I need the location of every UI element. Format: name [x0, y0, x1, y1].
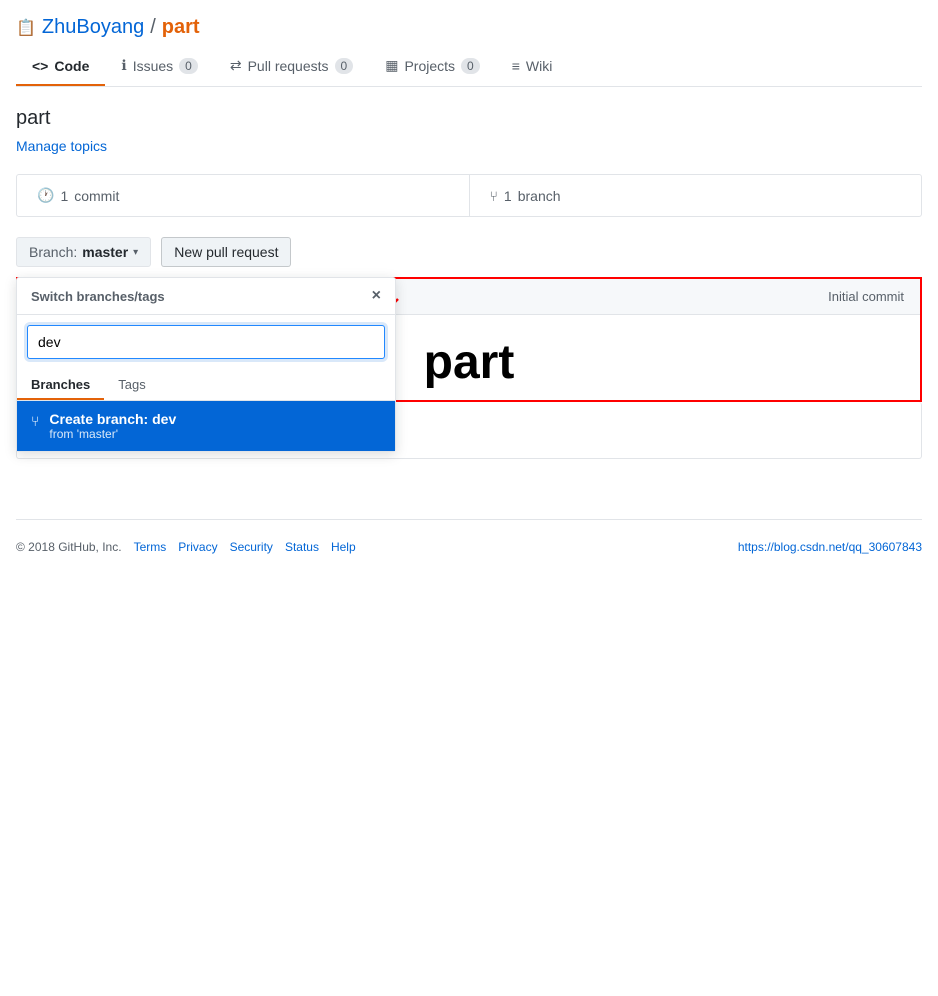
- branch-prefix: Branch:: [29, 244, 77, 260]
- branch-row: Branch: master ▾ New pull request Switch…: [16, 237, 922, 267]
- footer-terms[interactable]: Terms: [134, 540, 167, 554]
- manage-topics-link[interactable]: Manage topics: [16, 138, 107, 154]
- branch-selector-button[interactable]: Branch: master ▾: [16, 237, 151, 267]
- projects-icon: ▦: [385, 57, 398, 74]
- chevron-down-icon: ▾: [133, 247, 138, 258]
- tab-projects[interactable]: ▦ Projects 0: [369, 47, 496, 86]
- tab-wiki[interactable]: ≡ Wiki: [496, 47, 569, 86]
- tab-code[interactable]: <> Code: [16, 47, 105, 86]
- commits-label: commit: [74, 188, 119, 204]
- result-text: Create branch: dev from 'master': [49, 411, 176, 441]
- branch-search-input[interactable]: [27, 325, 385, 359]
- repo-header: 📋 ZhuBoyang / part: [16, 0, 922, 47]
- code-icon: <>: [32, 58, 48, 74]
- content-area: part Manage topics 🕐 1 commit ⑂ 1 branch…: [16, 87, 922, 479]
- repo-icon: 📋: [16, 18, 36, 38]
- footer-copyright: © 2018 GitHub, Inc.: [16, 540, 122, 554]
- repo-name-label: part: [16, 107, 922, 130]
- repo-name-link[interactable]: part: [162, 16, 200, 39]
- tab-code-label: Code: [54, 58, 89, 74]
- commits-icon: 🕐: [37, 187, 54, 204]
- create-branch-subtitle: from 'master': [49, 427, 176, 441]
- branch-label: branch: [518, 188, 561, 204]
- footer-privacy[interactable]: Privacy: [178, 540, 217, 554]
- footer-left: © 2018 GitHub, Inc. Terms Privacy Securi…: [16, 540, 356, 554]
- new-pull-request-button[interactable]: New pull request: [161, 237, 291, 267]
- tab-wiki-label: Wiki: [526, 58, 552, 74]
- dropdown-title: Switch branches/tags: [31, 289, 165, 304]
- branch-icon: ⑂: [490, 188, 498, 204]
- branch-dropdown: Switch branches/tags × Branches Tags ⑂ C…: [16, 277, 396, 452]
- issues-badge: 0: [179, 58, 198, 74]
- tags-tab[interactable]: Tags: [104, 371, 159, 400]
- tab-issues-label: Issues: [133, 58, 173, 74]
- commits-stat[interactable]: 🕐 1 commit: [17, 175, 469, 216]
- commit-message: Initial commit: [828, 289, 904, 304]
- branch-name: master: [82, 244, 128, 260]
- page-footer: © 2018 GitHub, Inc. Terms Privacy Securi…: [16, 519, 922, 564]
- tab-pullrequests[interactable]: ⇄ Pull requests 0: [214, 47, 369, 86]
- repo-description-section: part Manage topics: [16, 107, 922, 154]
- dropdown-header: Switch branches/tags ×: [17, 278, 395, 315]
- footer-status[interactable]: Status: [285, 540, 319, 554]
- branch-count: 1: [504, 188, 512, 204]
- tabs-bar: <> Code ℹ Issues 0 ⇄ Pull requests 0 ▦ P…: [16, 47, 922, 87]
- dropdown-tabs: Branches Tags: [17, 371, 395, 401]
- tab-pr-label: Pull requests: [248, 58, 329, 74]
- stats-bar: 🕐 1 commit ⑂ 1 branch: [16, 174, 922, 217]
- pr-icon: ⇄: [230, 57, 242, 74]
- commits-count: 1: [60, 188, 68, 204]
- branches-stat[interactable]: ⑂ 1 branch: [469, 175, 922, 216]
- tab-projects-label: Projects: [404, 58, 455, 74]
- tab-issues[interactable]: ℹ Issues 0: [105, 47, 213, 86]
- close-icon[interactable]: ×: [372, 288, 381, 304]
- repo-separator: /: [150, 16, 156, 39]
- pr-badge: 0: [335, 58, 354, 74]
- projects-badge: 0: [461, 58, 480, 74]
- branches-tab[interactable]: Branches: [17, 371, 104, 400]
- footer-help[interactable]: Help: [331, 540, 356, 554]
- create-branch-title: Create branch: dev: [49, 411, 176, 427]
- repo-owner-link[interactable]: ZhuBoyang: [42, 16, 144, 39]
- create-branch-option[interactable]: ⑂ Create branch: dev from 'master': [17, 401, 395, 451]
- issues-icon: ℹ: [121, 57, 126, 74]
- wiki-icon: ≡: [512, 58, 520, 74]
- branch-result-icon: ⑂: [31, 413, 39, 429]
- footer-csdn-link[interactable]: https://blog.csdn.net/qq_30607843: [738, 540, 922, 554]
- footer-security[interactable]: Security: [230, 540, 273, 554]
